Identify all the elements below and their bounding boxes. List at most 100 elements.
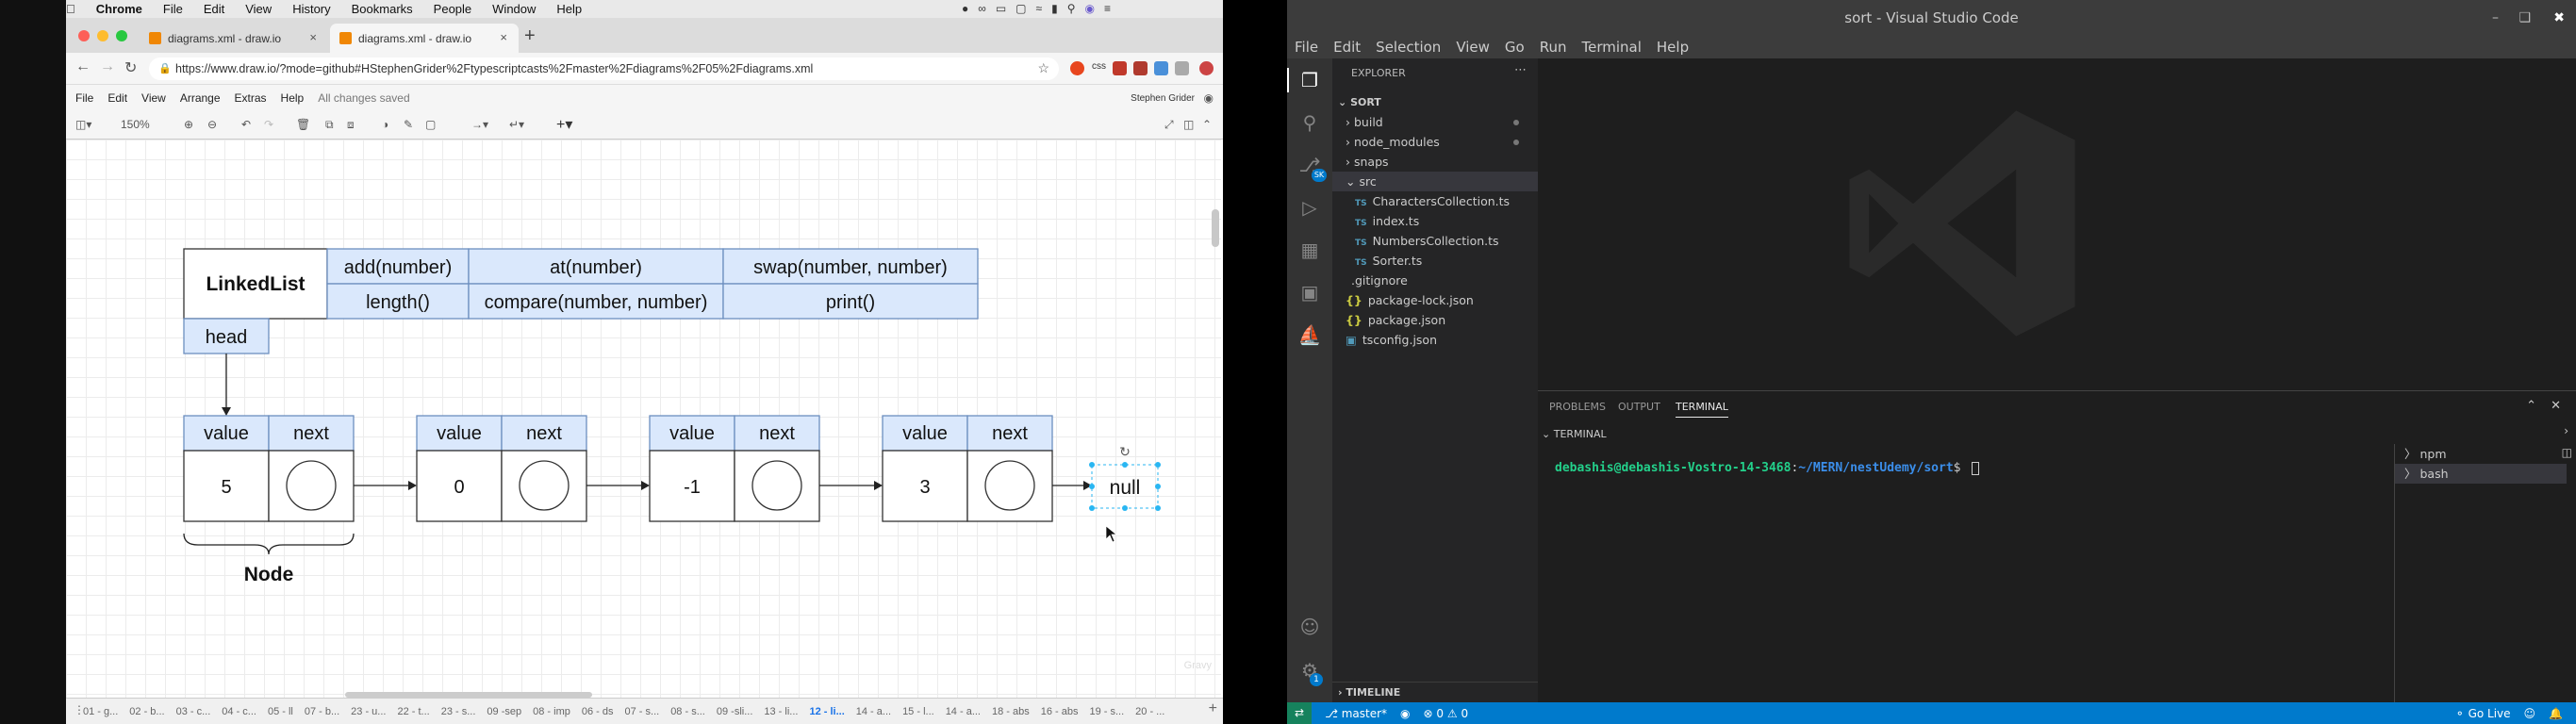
vmenu-view[interactable]: View	[1456, 39, 1490, 56]
explorer-item-gitignore[interactable]: .gitignore	[1332, 271, 1538, 290]
search-icon[interactable]: ⚲	[1067, 2, 1076, 15]
explorer-item-tsconfig-json[interactable]: ▣ tsconfig.json	[1332, 330, 1538, 350]
remote-indicator-icon[interactable]: ⇄	[1287, 702, 1313, 724]
explorer-item-numberscollection-ts[interactable]: TS NumbersCollection.ts	[1332, 231, 1538, 251]
menu-edit[interactable]: Edit	[204, 2, 224, 16]
terminal-item-bash[interactable]: 〉 bash	[2395, 464, 2567, 484]
pages-menu-icon[interactable]: ⋮	[74, 703, 85, 716]
git-branch[interactable]: ⎇ master*	[1325, 707, 1387, 720]
run-debug-icon[interactable]: ▷	[1297, 195, 1322, 220]
drawio-menu-file[interactable]: File	[75, 91, 93, 105]
explorer-item-package-lock-json[interactable]: {} package-lock.json	[1332, 290, 1538, 310]
vmenu-go[interactable]: Go	[1505, 39, 1525, 56]
globe-icon[interactable]: ◉	[1204, 91, 1214, 105]
explorer-item-characterscollection-ts[interactable]: TS CharactersCollection.ts	[1332, 191, 1538, 211]
tray-icon-2[interactable]: ∞	[978, 2, 986, 15]
menu-help[interactable]: Help	[556, 2, 582, 16]
page-tab[interactable]: 07 - b...	[305, 706, 339, 717]
maximize-panel-icon[interactable]: ⌃	[2526, 399, 2536, 413]
tray-icon-1[interactable]: ●	[962, 2, 968, 15]
notifications-icon[interactable]: 🔔	[2549, 707, 2563, 720]
split-terminal-icon[interactable]: ◫	[2562, 446, 2572, 459]
extension-icon-3[interactable]	[1113, 61, 1127, 75]
explorer-item-src[interactable]: ⌄ src	[1332, 172, 1538, 191]
menu-list-icon[interactable]: ≡	[1104, 2, 1111, 15]
problems-status[interactable]: ⊗ 0 ⚠ 0	[1424, 707, 1469, 720]
menu-bookmarks[interactable]: Bookmarks	[352, 2, 413, 16]
remote-explorer-icon[interactable]: ▣	[1297, 280, 1322, 304]
page-tab[interactable]: 08 - imp	[533, 706, 570, 717]
vmenu-edit[interactable]: Edit	[1333, 39, 1361, 56]
format-panel-icon[interactable]: ◫▾	[75, 118, 91, 131]
explorer-icon[interactable]: ❐	[1297, 68, 1322, 92]
new-tab-button[interactable]: +	[524, 25, 536, 47]
chevron-down-icon[interactable]: ⌄	[1542, 428, 1550, 440]
close-tab-icon[interactable]: ×	[500, 30, 507, 44]
editor-area[interactable]	[1538, 58, 2576, 390]
drawio-menu-extras[interactable]: Extras	[235, 91, 267, 105]
tab-problems[interactable]: PROBLEMS	[1549, 401, 1606, 413]
battery-icon[interactable]: ▮	[1051, 2, 1058, 15]
drawio-menu-view[interactable]: View	[141, 91, 166, 105]
drawio-menu-help[interactable]: Help	[281, 91, 305, 105]
node-3[interactable]: value next 3	[882, 415, 1092, 522]
insert-icon[interactable]: +▾	[556, 115, 572, 134]
close-window-button[interactable]	[78, 30, 90, 41]
drawio-menu-edit[interactable]: Edit	[107, 91, 127, 105]
explorer-item-build[interactable]: › build	[1332, 112, 1538, 132]
node-brace[interactable]	[183, 533, 355, 555]
to-front-icon[interactable]: ⧉	[325, 118, 334, 132]
connection-icon[interactable]: →▾	[471, 118, 488, 131]
explorer-item-snaps[interactable]: › snaps	[1332, 152, 1538, 172]
line-color-icon[interactable]: ✎	[404, 118, 413, 131]
menu-window[interactable]: Window	[492, 2, 536, 16]
rotate-handle-icon[interactable]: ↻	[1119, 444, 1131, 459]
address-bar[interactable]: 🔒 https://www.draw.io/?mode=github#HStep…	[149, 58, 1059, 80]
page-tab[interactable]: 05 - ll	[268, 706, 293, 717]
page-tab[interactable]: 13 - li...	[764, 706, 798, 717]
search-icon[interactable]: ⚲	[1297, 110, 1322, 135]
siri-icon[interactable]: ◉	[1085, 2, 1095, 15]
live-share-icon[interactable]: ◉	[1400, 707, 1410, 720]
bookmark-star-icon[interactable]: ☆	[1037, 60, 1049, 76]
shadow-icon[interactable]: ▢	[425, 118, 436, 131]
tab-output[interactable]: OUTPUT	[1618, 401, 1660, 413]
browser-tab-1[interactable]: diagrams.xml - draw.io ×	[140, 24, 328, 53]
user-name[interactable]: Stephen Grider	[1131, 93, 1195, 104]
docker-icon[interactable]: ⛵	[1297, 322, 1322, 347]
browser-tab-2[interactable]: diagrams.xml - draw.io ×	[330, 24, 519, 53]
restore-icon[interactable]: ❑	[2518, 0, 2531, 36]
menu-file[interactable]: File	[163, 2, 183, 16]
to-back-icon[interactable]: ⧈	[347, 118, 355, 132]
vmenu-file[interactable]: File	[1295, 39, 1318, 56]
reload-icon[interactable]: ↻	[124, 58, 137, 77]
page-tab[interactable]: 20 - ...	[1135, 706, 1164, 717]
wifi-icon[interactable]: ≈	[1036, 2, 1043, 15]
page-tab[interactable]: 14 - a...	[946, 706, 981, 717]
timeline-section[interactable]: › TIMELINE	[1332, 682, 1538, 701]
page-tab[interactable]: 15 - l...	[902, 706, 934, 717]
forward-icon[interactable]: →	[100, 58, 115, 75]
node-2[interactable]: value next -1	[649, 415, 883, 522]
extension-icon-5[interactable]	[1154, 61, 1168, 75]
fullscreen-icon[interactable]: ⤢	[1164, 118, 1174, 132]
menu-view[interactable]: View	[245, 2, 272, 16]
node-1[interactable]: value next 0	[416, 415, 650, 522]
page-tab[interactable]: 08 - s...	[670, 706, 705, 717]
page-tab[interactable]: 03 - c...	[176, 706, 211, 717]
vertical-scrollbar[interactable]	[1212, 209, 1219, 247]
extension-icon-1[interactable]	[1070, 61, 1084, 75]
page-tab[interactable]: 23 - u...	[351, 706, 386, 717]
waypoints-icon[interactable]: ↵▾	[509, 118, 524, 131]
more-actions-icon[interactable]: ⋯	[1514, 63, 1527, 77]
minimize-window-button[interactable]	[97, 30, 108, 41]
explorer-item-index-ts[interactable]: TS index.ts	[1332, 211, 1538, 231]
display-icon[interactable]: ▭	[996, 2, 1006, 15]
menu-app-name[interactable]: Chrome	[96, 2, 142, 16]
explorer-item-node-modules[interactable]: › node_modules	[1332, 132, 1538, 152]
feedback-icon[interactable]: ☺	[2524, 707, 2536, 720]
minimize-icon[interactable]: –	[2492, 0, 2499, 36]
undo-icon[interactable]: ↶	[241, 118, 251, 131]
close-tab-icon[interactable]: ×	[309, 30, 317, 44]
redo-icon[interactable]: ↷	[264, 118, 273, 131]
